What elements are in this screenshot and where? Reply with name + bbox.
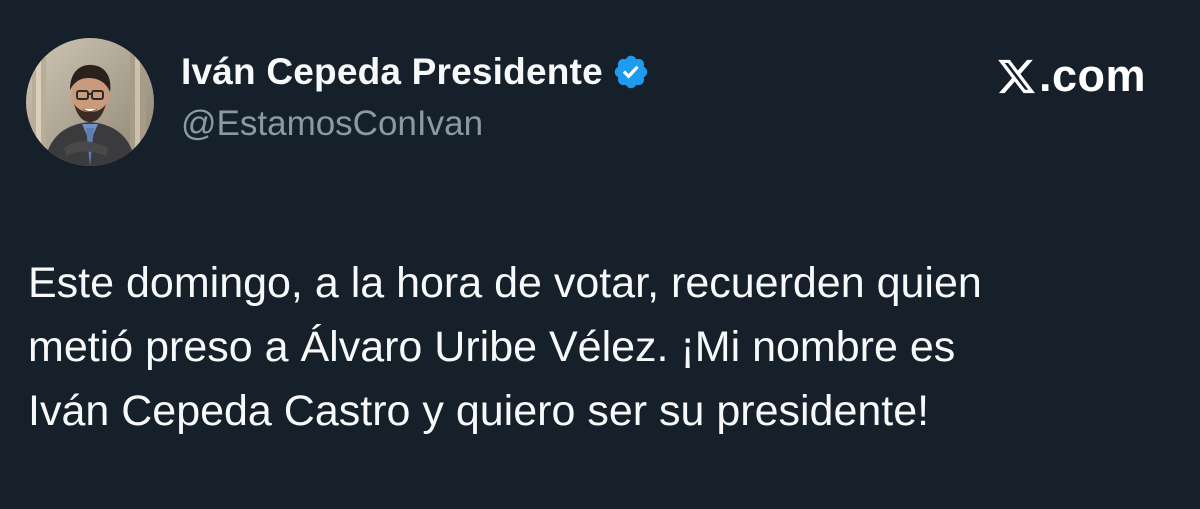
author-name-row: Iván Cepeda Presidente [181,50,650,94]
tweet-line: Iván Cepeda Castro y quiero ser su presi… [28,387,930,435]
verified-badge-icon [612,53,650,91]
tweet-card: Iván Cepeda Presidente @EstamosConIvan .… [0,0,1200,509]
brand-domain-text: .com [1038,50,1146,101]
tweet-line: Este domingo, a la hora de votar, recuer… [28,259,982,307]
author-handle[interactable]: @EstamosConIvan [181,102,650,146]
x-com-brand: .com [996,52,1146,100]
author-identity: Iván Cepeda Presidente @EstamosConIvan [181,50,650,146]
tweet-header: Iván Cepeda Presidente @EstamosConIvan [26,38,650,166]
x-logo-icon [996,56,1037,97]
avatar-photo [26,38,154,166]
author-display-name[interactable]: Iván Cepeda Presidente [181,50,603,94]
avatar[interactable] [26,38,154,166]
tweet-line: metió preso a Álvaro Uribe Vélez. ¡Mi no… [28,323,956,371]
tweet-body: Este domingo, a la hora de votar, recuer… [28,251,1178,443]
